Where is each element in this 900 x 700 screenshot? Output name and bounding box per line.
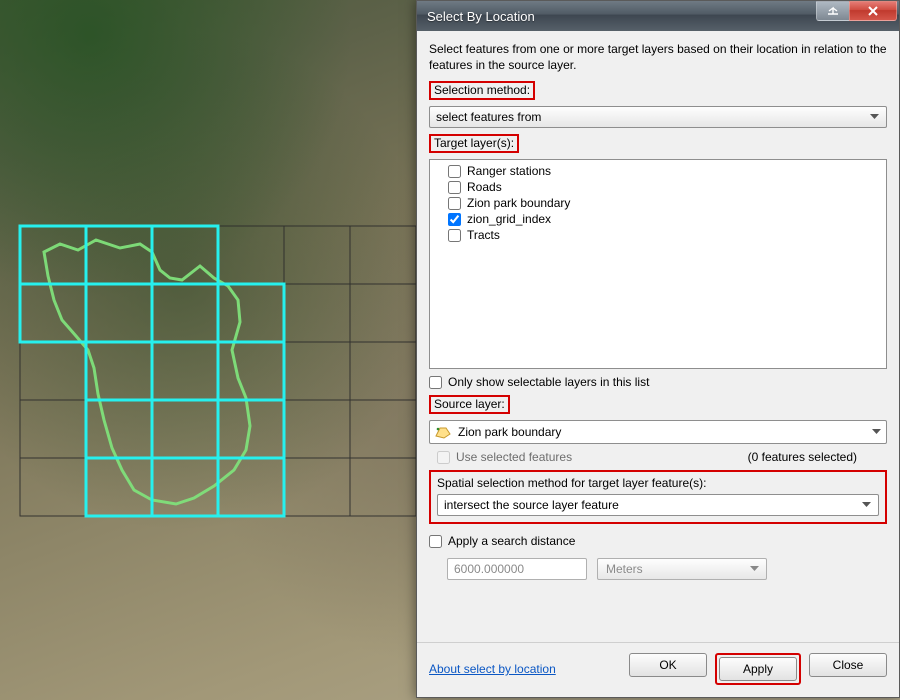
dialog-footer: About select by location OK Apply Close: [417, 642, 899, 697]
target-layer-label: Zion park boundary: [467, 196, 570, 210]
target-layer-item[interactable]: Roads: [434, 179, 882, 195]
selection-method-dropdown[interactable]: select features from: [429, 106, 887, 128]
spatial-method-dropdown[interactable]: intersect the source layer feature: [437, 494, 879, 516]
target-layer-label: zion_grid_index: [467, 212, 551, 226]
chevron-down-icon: [866, 114, 882, 120]
window-controls: [817, 1, 897, 21]
only-selectable-input[interactable]: [429, 376, 442, 389]
titlebar[interactable]: Select By Location: [417, 1, 899, 31]
use-selected-label: Use selected features: [456, 450, 572, 464]
spatial-method-section: Spatial selection method for target laye…: [429, 470, 887, 524]
chevron-down-icon: [858, 502, 874, 508]
selection-method-label: Selection method:: [429, 81, 535, 100]
use-selected-input: [437, 451, 450, 464]
apply-distance-label: Apply a search distance: [448, 534, 575, 548]
chevron-down-icon: [746, 566, 762, 572]
target-layer-checkbox[interactable]: [448, 213, 461, 226]
apply-search-distance-checkbox[interactable]: Apply a search distance: [429, 534, 887, 548]
chevron-down-icon: [868, 429, 884, 435]
target-layers-list[interactable]: Ranger stations Roads Zion park boundary zi…: [429, 159, 887, 369]
close-button[interactable]: [849, 1, 897, 21]
close-dialog-button[interactable]: Close: [809, 653, 887, 677]
target-layers-label: Target layer(s):: [429, 134, 519, 153]
only-selectable-checkbox[interactable]: Only show selectable layers in this list: [429, 375, 887, 389]
search-distance-input[interactable]: [447, 558, 587, 580]
selection-method-value: select features from: [436, 110, 866, 124]
target-layer-item[interactable]: Zion park boundary: [434, 195, 882, 211]
apply-button-highlight: Apply: [715, 653, 801, 685]
target-layer-checkbox[interactable]: [448, 197, 461, 210]
target-layer-checkbox[interactable]: [448, 165, 461, 178]
target-layer-checkbox[interactable]: [448, 229, 461, 242]
source-layer-dropdown[interactable]: Zion park boundary: [429, 420, 887, 444]
search-distance-unit: Meters: [606, 562, 746, 576]
target-layer-item[interactable]: Tracts: [434, 227, 882, 243]
target-layer-label: Tracts: [467, 228, 500, 242]
select-by-location-dialog: Select By Location Select features from …: [416, 0, 900, 698]
target-layer-checkbox[interactable]: [448, 181, 461, 194]
search-distance-unit-dropdown[interactable]: Meters: [597, 558, 767, 580]
polygon-layer-icon: [434, 424, 452, 440]
only-selectable-label: Only show selectable layers in this list: [448, 375, 649, 389]
target-layer-item[interactable]: zion_grid_index: [434, 211, 882, 227]
help-button[interactable]: [816, 1, 850, 21]
window-title: Select By Location: [427, 9, 817, 24]
spatial-method-value: intersect the source layer feature: [444, 498, 858, 512]
ok-button[interactable]: OK: [629, 653, 707, 677]
apply-button[interactable]: Apply: [719, 657, 797, 681]
about-link[interactable]: About select by location: [429, 662, 619, 676]
target-layer-label: Ranger stations: [467, 164, 551, 178]
source-layer-value: Zion park boundary: [458, 425, 862, 439]
source-layer-label: Source layer:: [429, 395, 510, 414]
features-selected-count: (0 features selected): [748, 450, 887, 464]
target-layer-item[interactable]: Ranger stations: [434, 163, 882, 179]
apply-distance-input[interactable]: [429, 535, 442, 548]
spatial-method-label: Spatial selection method for target laye…: [437, 476, 706, 490]
target-layer-label: Roads: [467, 180, 502, 194]
use-selected-features-checkbox: Use selected features: [437, 450, 572, 464]
selected-cells: [20, 226, 284, 516]
intro-text: Select features from one or more target …: [429, 41, 887, 73]
